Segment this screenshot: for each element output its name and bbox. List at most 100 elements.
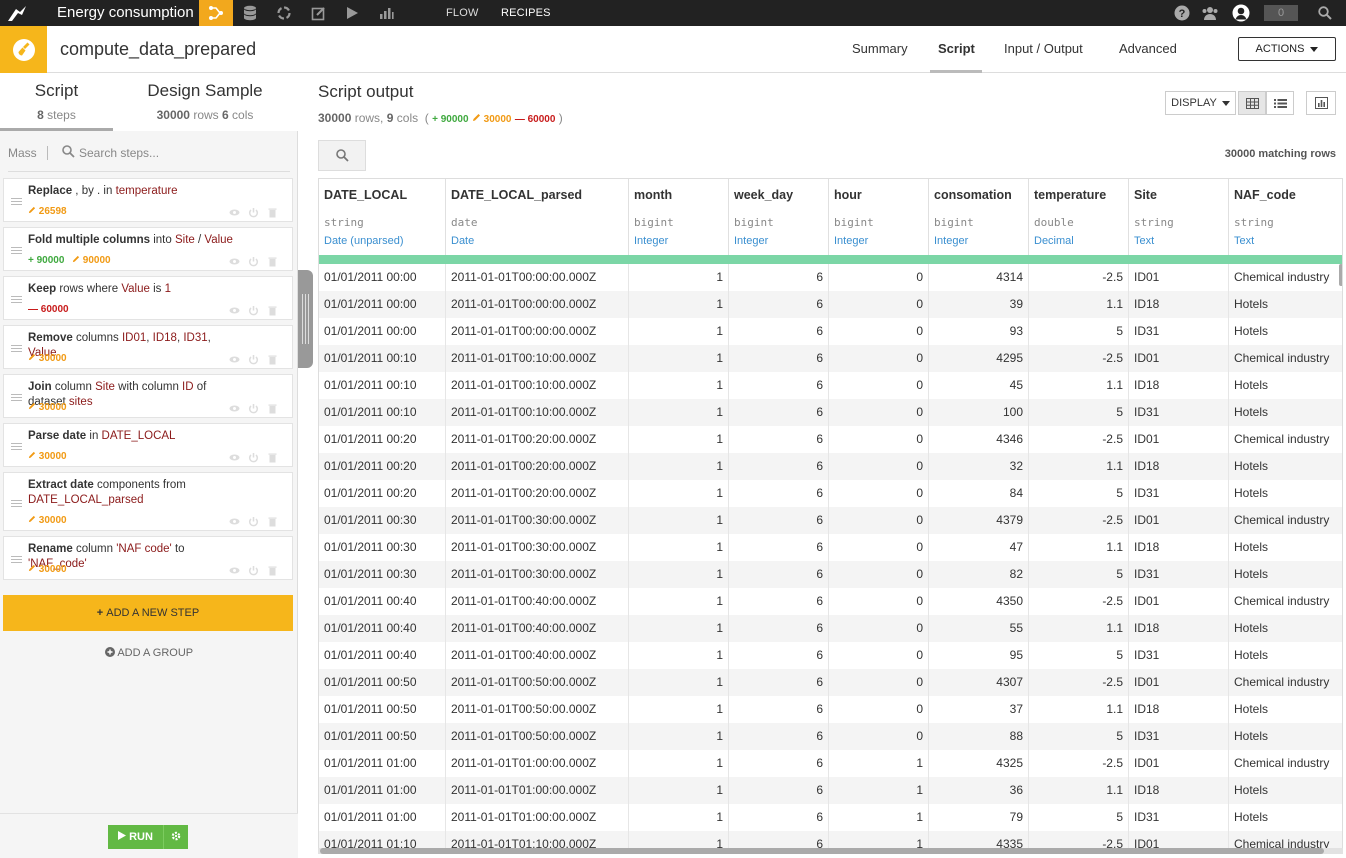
table-cell[interactable]: 0	[829, 642, 929, 669]
drag-handle-icon[interactable]	[11, 345, 22, 354]
table-cell[interactable]: 6	[729, 534, 829, 561]
table-cell[interactable]: 1	[629, 453, 729, 480]
run-settings-gear-icon[interactable]	[164, 831, 188, 844]
table-cell[interactable]: 1	[629, 804, 729, 831]
table-cell[interactable]: 0	[829, 453, 929, 480]
table-cell[interactable]: 0	[829, 399, 929, 426]
table-cell[interactable]: ID18	[1129, 696, 1229, 723]
table-cell[interactable]: Chemical industry	[1229, 264, 1342, 291]
table-cell[interactable]: 6	[729, 750, 829, 777]
delete-trash-icon[interactable]	[267, 256, 278, 267]
table-cell[interactable]: 2011-01-01T00:00:00.000Z	[446, 264, 629, 291]
table-cell[interactable]: 0	[829, 318, 929, 345]
table-cell[interactable]: 0	[829, 561, 929, 588]
table-cell[interactable]: 0	[829, 291, 929, 318]
run-button[interactable]: RUN	[108, 825, 188, 849]
table-cell[interactable]: 93	[929, 318, 1029, 345]
table-cell[interactable]: ID01	[1129, 507, 1229, 534]
table-cell[interactable]: 1	[629, 264, 729, 291]
table-cell[interactable]: 01/01/2011 00:40	[319, 642, 446, 669]
table-cell[interactable]: 01/01/2011 00:50	[319, 696, 446, 723]
table-cell[interactable]: Hotels	[1229, 777, 1342, 804]
table-cell[interactable]: 0	[829, 723, 929, 750]
charts-button[interactable]	[1306, 91, 1336, 115]
column-meaning-dropdown[interactable]: Decimal	[1034, 235, 1074, 247]
table-cell[interactable]: 1.1	[1029, 615, 1129, 642]
tab-design-sample[interactable]: Design Sample 30000 rows 6 cols	[130, 81, 280, 122]
table-cell[interactable]: 4346	[929, 426, 1029, 453]
tab-input-output[interactable]: Input / Output	[1004, 41, 1083, 56]
column-header[interactable]: hour bigint Integer	[829, 179, 929, 255]
table-cell[interactable]: ID01	[1129, 750, 1229, 777]
table-cell[interactable]: 1.1	[1029, 453, 1129, 480]
table-cell[interactable]: 01/01/2011 01:00	[319, 750, 446, 777]
table-cell[interactable]: 0	[829, 696, 929, 723]
table-cell[interactable]: Chemical industry	[1229, 345, 1342, 372]
toggle-power-icon[interactable]	[248, 256, 259, 267]
table-cell[interactable]: 01/01/2011 00:00	[319, 318, 446, 345]
column-meaning-dropdown[interactable]: Text	[1134, 235, 1154, 247]
table-cell[interactable]: 6	[729, 291, 829, 318]
table-cell[interactable]: 01/01/2011 01:00	[319, 804, 446, 831]
preview-eye-icon[interactable]	[229, 207, 240, 218]
delete-trash-icon[interactable]	[267, 452, 278, 463]
table-cell[interactable]: 6	[729, 804, 829, 831]
table-cell[interactable]: ID18	[1129, 777, 1229, 804]
table-cell[interactable]: 2011-01-01T00:30:00.000Z	[446, 561, 629, 588]
table-cell[interactable]: Chemical industry	[1229, 588, 1342, 615]
filter-search-button[interactable]	[318, 140, 366, 171]
nav-recipes-link[interactable]: RECIPES	[501, 7, 551, 19]
table-cell[interactable]: 6	[729, 561, 829, 588]
tab-summary[interactable]: Summary	[852, 41, 908, 56]
table-cell[interactable]: ID01	[1129, 669, 1229, 696]
table-cell[interactable]: Hotels	[1229, 561, 1342, 588]
table-cell[interactable]: 95	[929, 642, 1029, 669]
table-cell[interactable]: 2011-01-01T00:40:00.000Z	[446, 588, 629, 615]
preview-eye-icon[interactable]	[229, 516, 240, 527]
table-cell[interactable]: 36	[929, 777, 1029, 804]
table-cell[interactable]: Hotels	[1229, 696, 1342, 723]
table-cell[interactable]: Chemical industry	[1229, 426, 1342, 453]
search-steps-input[interactable]: Search steps...	[79, 146, 159, 160]
table-cell[interactable]: 01/01/2011 00:40	[319, 615, 446, 642]
table-cell[interactable]: Chemical industry	[1229, 507, 1342, 534]
table-cell[interactable]: 01/01/2011 00:20	[319, 426, 446, 453]
table-cell[interactable]: 6	[729, 453, 829, 480]
datasets-icon[interactable]	[233, 0, 267, 26]
table-cell[interactable]: ID01	[1129, 264, 1229, 291]
table-cell[interactable]: 1	[629, 696, 729, 723]
table-cell[interactable]: Hotels	[1229, 318, 1342, 345]
table-cell[interactable]: 01/01/2011 00:20	[319, 453, 446, 480]
table-cell[interactable]: 2011-01-01T00:20:00.000Z	[446, 426, 629, 453]
table-cell[interactable]: 6	[729, 696, 829, 723]
table-cell[interactable]: 0	[829, 669, 929, 696]
table-cell[interactable]: 0	[829, 480, 929, 507]
horizontal-scrollbar[interactable]	[318, 848, 1343, 854]
preview-eye-icon[interactable]	[229, 354, 240, 365]
drag-handle-icon[interactable]	[11, 296, 22, 305]
table-cell[interactable]: 6	[729, 318, 829, 345]
toggle-power-icon[interactable]	[248, 354, 259, 365]
table-cell[interactable]: -2.5	[1029, 345, 1129, 372]
table-cell[interactable]: 84	[929, 480, 1029, 507]
table-cell[interactable]: 2011-01-01T00:40:00.000Z	[446, 642, 629, 669]
toggle-power-icon[interactable]	[248, 305, 259, 316]
table-cell[interactable]: 01/01/2011 00:50	[319, 669, 446, 696]
table-cell[interactable]: -2.5	[1029, 264, 1129, 291]
table-cell[interactable]: 01/01/2011 00:30	[319, 561, 446, 588]
display-dropdown[interactable]: DISPLAY	[1165, 91, 1236, 115]
preview-eye-icon[interactable]	[229, 403, 240, 414]
table-cell[interactable]: 79	[929, 804, 1029, 831]
script-step[interactable]: Remove columns ID01, ID18, ID31, Value 3…	[3, 325, 293, 369]
table-cell[interactable]: ID18	[1129, 615, 1229, 642]
actions-button[interactable]: ACTIONS	[1238, 37, 1336, 61]
table-cell[interactable]: 1	[629, 723, 729, 750]
table-cell[interactable]: 01/01/2011 00:50	[319, 723, 446, 750]
search-icon[interactable]	[1316, 4, 1334, 22]
script-step[interactable]: Rename column 'NAF code' to 'NAF_code' 3…	[3, 536, 293, 580]
add-group-button[interactable]: ADD A GROUP	[0, 647, 298, 659]
flow-icon[interactable]	[199, 0, 233, 26]
toggle-power-icon[interactable]	[248, 452, 259, 463]
table-cell[interactable]: 01/01/2011 00:40	[319, 588, 446, 615]
table-cell[interactable]: 1.1	[1029, 372, 1129, 399]
